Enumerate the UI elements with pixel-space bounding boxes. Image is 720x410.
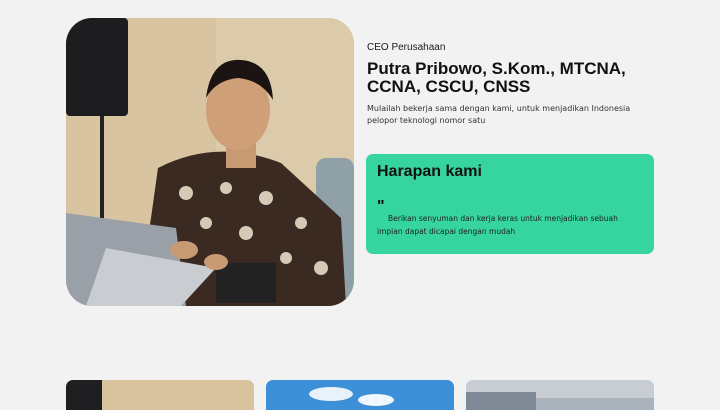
gallery-image-1[interactable] — [66, 380, 254, 410]
gallery-image-3[interactable] — [466, 380, 654, 410]
ceo-photo — [66, 18, 354, 306]
hope-card: Harapan kami " Berikan senyuman dan kerj… — [366, 154, 654, 254]
person-name: Putra Pribowo, S.Kom., MTCNA, CCNA, CSCU… — [367, 59, 626, 96]
gallery-image-2[interactable] — [266, 380, 454, 410]
job-role: CEO Perusahaan — [367, 42, 446, 53]
hope-card-text: Berikan senyuman dan kerja keras untuk m… — [377, 214, 618, 236]
tagline-text: Mulailah bekerja sama dengan kami, untuk… — [367, 104, 631, 125]
hope-card-title: Harapan kami — [377, 163, 482, 180]
